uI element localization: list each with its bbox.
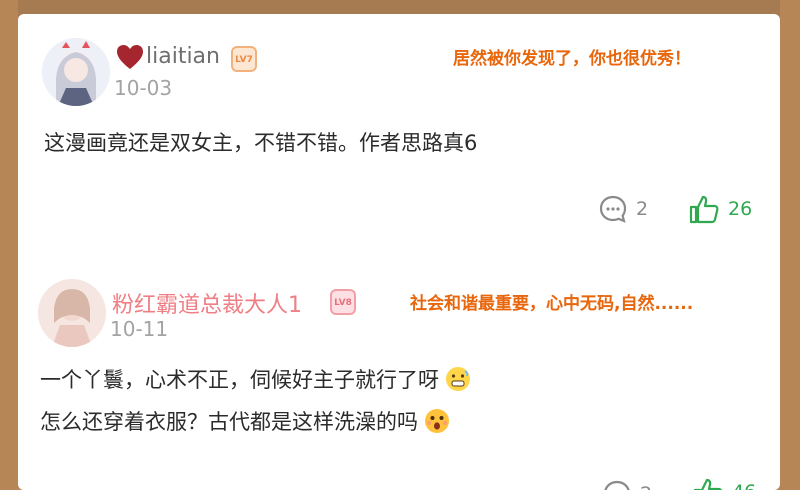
emoji <box>445 366 471 392</box>
comment-date: 10-11 <box>110 317 169 341</box>
username[interactable]: 粉红霸道总裁大人1 <box>112 287 302 319</box>
overlay-caption: 社会和谐最重要，心中无码,自然...... <box>410 294 694 314</box>
reply-count: 2 <box>636 198 649 220</box>
comment-text: 怎么还穿着衣服？古代都是这样洗澡的吗 <box>40 410 418 434</box>
heart-icon <box>117 45 143 69</box>
reply-icon <box>599 195 627 223</box>
avatar-image-icon <box>38 279 106 347</box>
overlay-caption: 居然被你发现了，你也很优秀！ <box>453 49 691 69</box>
comment-text: 这漫画竟还是双女主，不错不错。作者思路真6 <box>44 131 478 155</box>
comment-date: 10-03 <box>114 76 173 100</box>
comment-text-line: 怎么还穿着衣服？古代都是这样洗澡的吗 <box>40 405 450 439</box>
thumbs-up-icon <box>689 195 719 224</box>
comment-item: liaitian LV7 10-03 居然被你发现了，你也很优秀！ 这漫画竟还是… <box>18 14 780 249</box>
avatar[interactable] <box>42 38 110 106</box>
reply-icon <box>604 480 630 490</box>
comment-text-line: 一个丫鬟，心术不正，伺候好主子就行了呀 <box>40 363 471 397</box>
avatar[interactable] <box>38 279 106 347</box>
username[interactable]: liaitian <box>146 44 220 69</box>
grimace-emoji-icon <box>446 367 470 391</box>
thumbs-up-icon <box>693 478 723 490</box>
comment-item: 粉红霸道总裁大人1 LV8 10-11 社会和谐最重要，心中无码,自然.....… <box>18 249 780 490</box>
reply-count: 2 <box>640 483 652 490</box>
like-button[interactable]: 46 <box>692 477 756 490</box>
like-count: 46 <box>732 481 756 490</box>
emoji <box>424 408 450 434</box>
avatar-image-icon <box>42 38 110 106</box>
comment-text: 一个丫鬟，心术不正，伺候好主子就行了呀 <box>40 368 439 392</box>
reply-button[interactable]: 2 <box>602 479 652 490</box>
wood-frame-right <box>780 0 800 490</box>
wood-frame-left <box>0 0 18 490</box>
like-button[interactable]: 26 <box>688 194 752 224</box>
level-badge: LV8 <box>330 289 356 315</box>
reply-button[interactable]: 2 <box>598 194 648 224</box>
like-count: 26 <box>728 198 753 220</box>
surprised-emoji-icon <box>425 409 449 433</box>
comment-panel: liaitian LV7 10-03 居然被你发现了，你也很优秀！ 这漫画竟还是… <box>18 14 780 490</box>
level-badge: LV7 <box>231 46 257 72</box>
